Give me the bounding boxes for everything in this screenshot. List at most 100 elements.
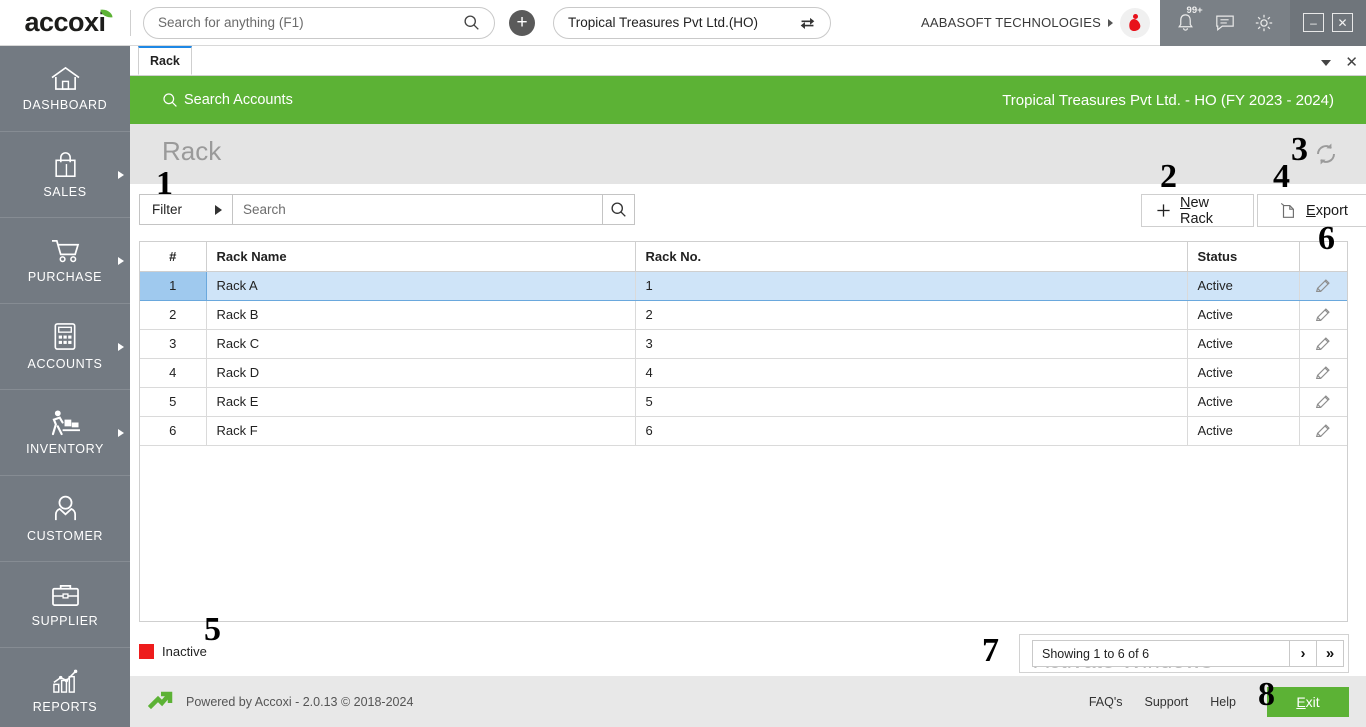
footer-links: FAQ's Support Help xyxy=(1089,695,1236,709)
help-link[interactable]: Help xyxy=(1210,695,1236,709)
search-accounts-button[interactable]: Search Accounts xyxy=(162,92,293,108)
next-page-button[interactable]: › xyxy=(1290,640,1317,667)
cell-rack-no: 6 xyxy=(635,416,1188,446)
system-icons: 99+ xyxy=(1160,0,1290,46)
annotation-number-3: 3 xyxy=(1291,131,1308,168)
sidebar-item-supplier[interactable]: SUPPLIER xyxy=(0,562,130,648)
last-page-button[interactable]: » xyxy=(1317,640,1344,667)
window-controls: – ✕ xyxy=(1290,0,1366,46)
shopping-bag-icon xyxy=(52,151,79,179)
minimize-button[interactable]: – xyxy=(1303,13,1324,32)
settings-gear-button[interactable] xyxy=(1249,8,1279,38)
close-tab-icon[interactable]: ✕ xyxy=(1345,55,1358,70)
logo-divider xyxy=(130,9,131,36)
column-header-index[interactable]: # xyxy=(140,242,207,272)
faq-link[interactable]: FAQ's xyxy=(1089,695,1123,709)
column-header-status[interactable]: Status xyxy=(1187,242,1300,272)
table-row[interactable]: 6 Rack F 6 Active xyxy=(140,416,1347,446)
sidebar-label: SALES xyxy=(43,184,87,199)
status-legend: Inactive xyxy=(139,644,207,659)
table-row[interactable]: 4 Rack D 4 Active xyxy=(140,358,1347,388)
global-search[interactable] xyxy=(143,6,495,39)
filter-button[interactable]: Filter xyxy=(140,195,232,224)
cell-rack-no: 4 xyxy=(635,358,1188,388)
cell-rack-no: 2 xyxy=(635,300,1188,330)
global-search-input[interactable] xyxy=(158,15,463,30)
sidebar-item-sales[interactable]: SALES xyxy=(0,132,130,218)
sidebar-item-accounts[interactable]: ACCOUNTS xyxy=(0,304,130,390)
exit-button[interactable]: Exit xyxy=(1267,686,1349,717)
cell-index: 6 xyxy=(140,416,207,446)
edit-row-button[interactable] xyxy=(1299,271,1347,301)
tab-rack[interactable]: Rack xyxy=(138,46,192,75)
sidebar-label: DASHBOARD xyxy=(22,98,108,112)
cell-status: Active xyxy=(1187,358,1300,388)
powered-by-label: Powered by Accoxi - 2.0.13 © 2018-2024 xyxy=(186,694,414,709)
table-row[interactable]: 5 Rack E 5 Active xyxy=(140,387,1347,417)
column-header-rack-name[interactable]: Rack Name xyxy=(206,242,636,272)
list-search-input[interactable] xyxy=(243,202,592,217)
close-button[interactable]: ✕ xyxy=(1332,13,1353,32)
sidebar-label: INVENTORY xyxy=(26,442,104,456)
rack-table: # Rack Name Rack No. Status 1 Rack A 1 Acti… xyxy=(140,242,1347,446)
edit-row-button[interactable] xyxy=(1299,358,1347,388)
calculator-icon xyxy=(52,322,78,351)
chevron-right-icon xyxy=(1108,18,1113,27)
cell-rack-name: Rack D xyxy=(206,358,636,388)
annotation-number-1: 1 xyxy=(156,165,173,202)
table-header-row: # Rack Name Rack No. Status xyxy=(140,242,1347,272)
switch-branch-icon[interactable] xyxy=(799,15,816,31)
cell-rack-no: 3 xyxy=(635,329,1188,359)
edit-row-button[interactable] xyxy=(1299,300,1347,330)
table-row[interactable]: 2 Rack B 2 Active xyxy=(140,300,1347,330)
footer-bar: Powered by Accoxi - 2.0.13 © 2018-2024 F… xyxy=(130,676,1366,727)
user-menu[interactable]: AABASOFT TECHNOLOGIES xyxy=(921,7,1160,38)
sidebar-item-reports[interactable]: REPORTS xyxy=(0,648,130,727)
table-row[interactable]: 1 Rack A 1 Active xyxy=(140,271,1347,301)
annotation-number-5: 5 xyxy=(204,611,221,648)
shopping-cart-icon xyxy=(50,237,81,264)
sidebar-label: PURCHASE xyxy=(27,270,103,284)
column-header-rack-no[interactable]: Rack No. xyxy=(635,242,1188,272)
sidebar-label: REPORTS xyxy=(32,700,98,714)
avatar-drop xyxy=(1127,17,1142,32)
cell-rack-name: Rack A xyxy=(206,271,636,301)
filter-search-group: Filter xyxy=(139,194,635,225)
briefcase-icon xyxy=(50,582,81,608)
search-icon[interactable] xyxy=(463,14,480,31)
tab-label: Rack xyxy=(150,54,180,68)
table-row[interactable]: 3 Rack C 3 Active xyxy=(140,329,1347,359)
edit-row-button[interactable] xyxy=(1299,329,1347,359)
list-search-button[interactable] xyxy=(602,195,634,224)
module-header-bar: Search Accounts Tropical Treasures Pvt L… xyxy=(130,76,1366,124)
inactive-legend-label: Inactive xyxy=(162,644,207,659)
avatar[interactable] xyxy=(1120,7,1150,38)
branch-selector[interactable]: Tropical Treasures Pvt Ltd.(HO) xyxy=(553,6,831,39)
page-title-band: Rack xyxy=(130,124,1366,184)
cell-status: Active xyxy=(1187,300,1300,330)
list-search-field[interactable] xyxy=(232,195,602,224)
company-fiscal-year-label: Tropical Treasures Pvt Ltd. - HO (FY 202… xyxy=(1002,91,1334,109)
sidebar-item-customer[interactable]: CUSTOMER xyxy=(0,476,130,562)
cell-rack-no: 1 xyxy=(635,271,1188,301)
exit-label: Exit xyxy=(1296,694,1319,710)
bar-chart-icon xyxy=(50,667,80,694)
sidebar-item-purchase[interactable]: PURCHASE xyxy=(0,218,130,304)
edit-row-button[interactable] xyxy=(1299,387,1347,417)
refresh-button[interactable] xyxy=(1312,140,1340,168)
sidebar-item-inventory[interactable]: INVENTORY xyxy=(0,390,130,476)
notifications-button[interactable]: 99+ xyxy=(1171,5,1203,38)
edit-row-button[interactable] xyxy=(1299,416,1347,446)
cell-rack-name: Rack F xyxy=(206,416,636,446)
chevron-down-icon[interactable] xyxy=(1321,59,1332,66)
search-icon xyxy=(162,92,178,108)
support-link[interactable]: Support xyxy=(1145,695,1189,709)
export-button[interactable]: Export xyxy=(1257,194,1366,227)
messages-button[interactable] xyxy=(1210,8,1240,38)
quick-add-button[interactable]: + xyxy=(509,9,535,36)
new-rack-button[interactable]: New Rack xyxy=(1141,194,1254,227)
cell-index: 4 xyxy=(140,358,207,388)
sidebar-item-dashboard[interactable]: DASHBOARD xyxy=(0,46,130,132)
main-sidebar: DASHBOARD SALES PURCHASE ACCOUNTS INVENT… xyxy=(0,46,130,727)
sidebar-label: CUSTOMER xyxy=(26,529,104,543)
